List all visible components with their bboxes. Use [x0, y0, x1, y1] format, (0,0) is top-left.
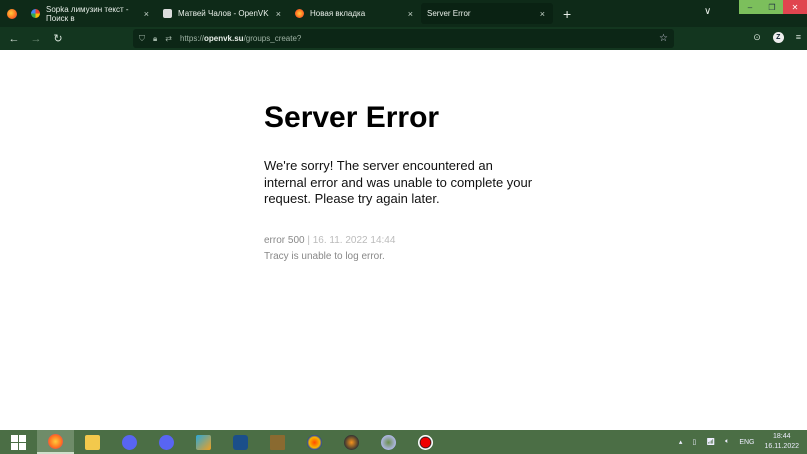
permissions-icon[interactable]: ⇄ — [165, 34, 172, 43]
taskbar-app[interactable] — [370, 430, 407, 454]
close-tab-icon[interactable]: × — [276, 9, 281, 19]
close-window-button[interactable]: ✕ — [783, 0, 807, 14]
bookmark-star-icon[interactable]: ☆ — [659, 33, 668, 44]
system-tray: ▴ ▯ 📶︎ 🔈︎ ENG 18:44 16.11.2022 — [679, 430, 799, 454]
taskbar-virtualbox-tool[interactable] — [185, 430, 222, 454]
firefox-icon — [48, 433, 63, 449]
discord-icon — [122, 434, 137, 450]
reload-icon[interactable]: ↻ — [47, 32, 69, 45]
page-content: Server Error We're sorry! The server enc… — [0, 50, 807, 430]
list-tabs-chevron-icon[interactable]: ∨ — [704, 6, 711, 17]
discord-icon — [159, 434, 174, 450]
dosbox-icon — [270, 434, 285, 450]
firefox-menu-icon[interactable] — [7, 8, 17, 19]
error-code: error 500 — [264, 235, 305, 246]
tab-1[interactable]: Матвей Чалов - OpenVK × — [157, 3, 289, 24]
taskbar-obs[interactable] — [407, 430, 444, 454]
error-message: We're sorry! The server encountered an i… — [264, 158, 533, 206]
forward-icon[interactable]: → — [25, 33, 47, 45]
firefox-icon — [295, 9, 304, 18]
tab-bar: Sopka лимузин текст - Поиск в × Матвей Ча… — [0, 0, 807, 27]
windows-icon — [11, 434, 26, 450]
volume-icon[interactable]: 🔈︎ — [725, 438, 729, 446]
tab-title: Server Error — [427, 9, 471, 18]
account-avatar[interactable]: Z — [772, 32, 784, 43]
taskbar-file-explorer[interactable] — [74, 430, 111, 454]
taskbar-fl-studio[interactable] — [333, 430, 370, 454]
back-icon[interactable]: ← — [3, 33, 25, 45]
show-hidden-icons-icon[interactable]: ▴ — [679, 438, 683, 446]
fl-studio-icon — [344, 434, 359, 450]
tab-title: Новая вкладка — [310, 9, 366, 18]
nav-toolbar: ← → ↻ ⛉ 🔒︎ ⇄ https://openvk.su/groups_cr… — [0, 27, 807, 50]
battery-icon[interactable]: ▯ — [692, 438, 696, 446]
network-icon[interactable]: 📶︎ — [706, 438, 715, 446]
url-prefix: https:// — [179, 34, 204, 43]
lock-icon[interactable]: 🔒︎ — [153, 34, 157, 44]
tab-0[interactable]: Sopka лимузин текст - Поиск в × — [25, 3, 157, 24]
language-indicator[interactable]: ENG — [739, 439, 754, 446]
clock-date: 16.11.2022 — [764, 443, 799, 450]
shield-icon[interactable]: ⛉ — [139, 34, 145, 44]
tab-3[interactable]: Server Error × — [421, 3, 553, 24]
tab-title: Матвей Чалов - OpenVK — [178, 9, 269, 18]
clock[interactable]: 18:44 16.11.2022 — [764, 432, 799, 452]
separator: | — [307, 235, 310, 246]
new-tab-button[interactable]: + — [563, 6, 571, 22]
record-icon — [418, 434, 433, 450]
close-tab-icon[interactable]: × — [540, 9, 545, 19]
taskbar-virtualbox[interactable] — [222, 430, 259, 454]
close-tab-icon[interactable]: × — [144, 9, 149, 19]
app-icon — [196, 434, 211, 450]
taskbar-firefox[interactable] — [37, 430, 74, 454]
google-icon — [31, 9, 40, 18]
app-icon — [381, 434, 396, 450]
menu-icon[interactable]: ≡ — [796, 32, 801, 43]
error-meta: error 500 | 16. 11. 2022 14:44 — [264, 235, 395, 246]
clock-time: 18:44 — [772, 433, 791, 440]
error-date: 16. 11. 2022 14:44 — [312, 235, 396, 246]
url-path: /groups_create? — [243, 34, 302, 43]
pocket-icon[interactable]: ⊙ — [753, 32, 761, 43]
close-tab-icon[interactable]: × — [408, 9, 413, 19]
url-host: openvk.su — [203, 34, 244, 43]
url-text: https://openvk.su/groups_create? — [180, 34, 301, 43]
audacity-icon — [307, 434, 322, 450]
taskbar: ▴ ▯ 📶︎ 🔈︎ ENG 18:44 16.11.2022 — [0, 430, 807, 454]
virtualbox-icon — [233, 434, 248, 450]
page-title: Server Error — [264, 101, 440, 134]
tracy-note: Tracy is unable to log error. — [264, 251, 385, 262]
url-bar[interactable]: ⛉ 🔒︎ ⇄ https://openvk.su/groups_create? … — [133, 29, 674, 48]
minimize-button[interactable]: – — [739, 0, 761, 14]
start-button[interactable] — [0, 430, 37, 454]
taskbar-discord[interactable] — [111, 430, 148, 454]
openvk-icon — [163, 9, 172, 18]
folder-icon — [85, 434, 100, 450]
taskbar-discord-2[interactable] — [148, 430, 185, 454]
taskbar-dosbox[interactable] — [259, 430, 296, 454]
tab-title: Sopka лимузин текст - Поиск в — [46, 4, 129, 23]
tab-2[interactable]: Новая вкладка × — [289, 3, 421, 24]
taskbar-audacity[interactable] — [296, 430, 333, 454]
restore-button[interactable]: ❐ — [761, 0, 783, 14]
